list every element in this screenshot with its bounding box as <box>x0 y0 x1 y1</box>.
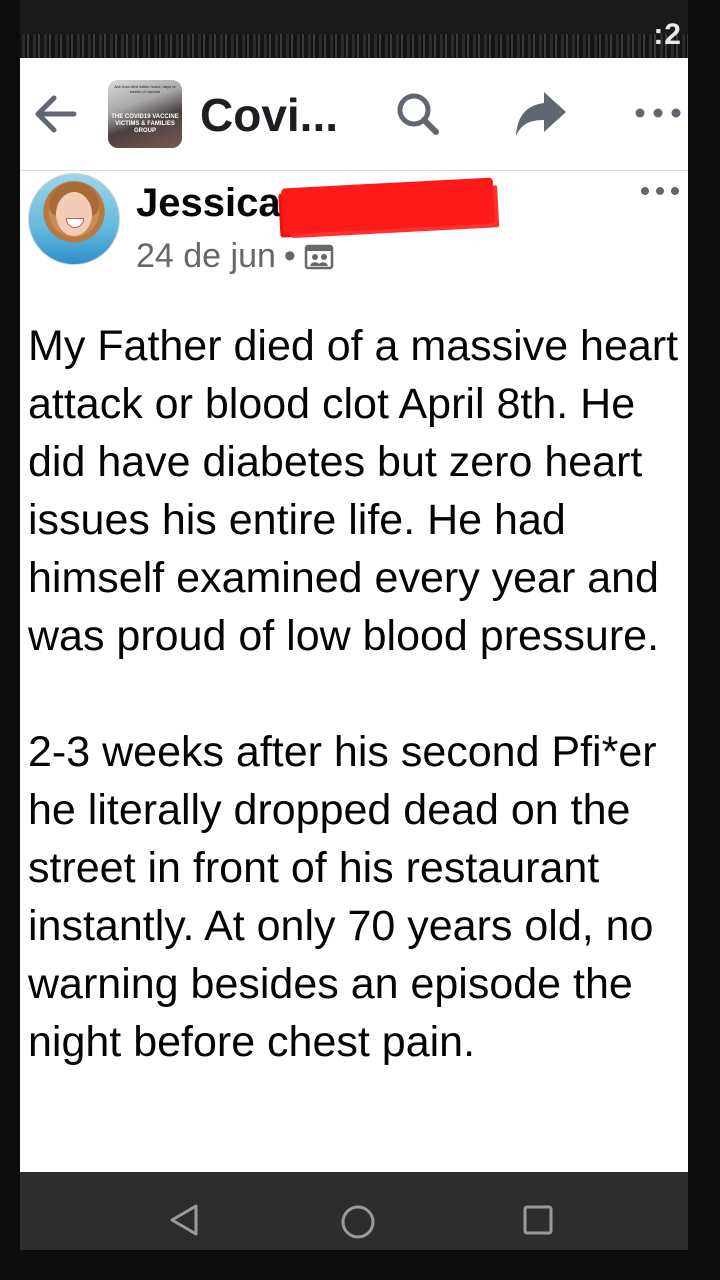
author-name[interactable]: Jessica <box>136 181 281 226</box>
post-paragraph: My Father died of a massive heart attack… <box>28 322 691 660</box>
top-border <box>0 0 720 58</box>
post-text: My Father died of a massive heart attack… <box>28 317 684 1129</box>
nav-recent-button[interactable] <box>520 1202 556 1243</box>
nav-home-button[interactable] <box>338 1202 378 1247</box>
left-border <box>0 0 20 1280</box>
app-header: Ask how died within hours, days or weeks… <box>20 58 688 171</box>
nav-back-button[interactable] <box>166 1202 202 1243</box>
group-title[interactable]: Covi... <box>200 88 338 142</box>
share-arrow-icon <box>516 92 566 136</box>
nav-home-circle-icon <box>341 1205 375 1239</box>
group-audience-icon <box>304 244 334 269</box>
more-options-button[interactable] <box>632 98 684 128</box>
post-more-button[interactable] <box>638 179 682 203</box>
status-clock: :2 <box>653 18 682 51</box>
bottom-border <box>0 1250 720 1280</box>
right-border <box>688 0 720 1280</box>
post-meta: 24 de jun • <box>136 237 334 276</box>
nav-recent-square-icon <box>523 1205 553 1235</box>
nav-back-triangle-icon <box>170 1204 198 1236</box>
post-date[interactable]: 24 de jun <box>136 237 276 276</box>
system-navigation-bar <box>20 1172 688 1250</box>
meta-separator: • <box>283 237 296 275</box>
search-button[interactable] <box>392 88 444 140</box>
back-button[interactable] <box>28 86 84 142</box>
author-avatar[interactable] <box>28 173 120 265</box>
group-avatar[interactable]: Ask how died within hours, days or weeks… <box>108 80 182 148</box>
share-button[interactable] <box>512 86 570 142</box>
post-paragraph: 2-3 weeks after his second Pfi*er he lit… <box>28 728 669 1066</box>
more-horizontal-icon <box>641 187 679 195</box>
group-avatar-small-text: Ask how died within hours, days or weeks… <box>114 84 176 94</box>
screenshot-frame: :2 Ask how died within hours, days or we… <box>0 0 720 1280</box>
search-icon <box>397 93 439 135</box>
more-horizontal-icon <box>635 108 681 118</box>
redaction-mark <box>280 177 496 235</box>
arrow-left-icon <box>35 95 77 133</box>
group-avatar-caption: THE COVID19 VACCINE VICTIMS & FAMILIES G… <box>111 114 179 134</box>
post-card: Jessica 24 de jun • My Father died of a … <box>20 171 688 1171</box>
